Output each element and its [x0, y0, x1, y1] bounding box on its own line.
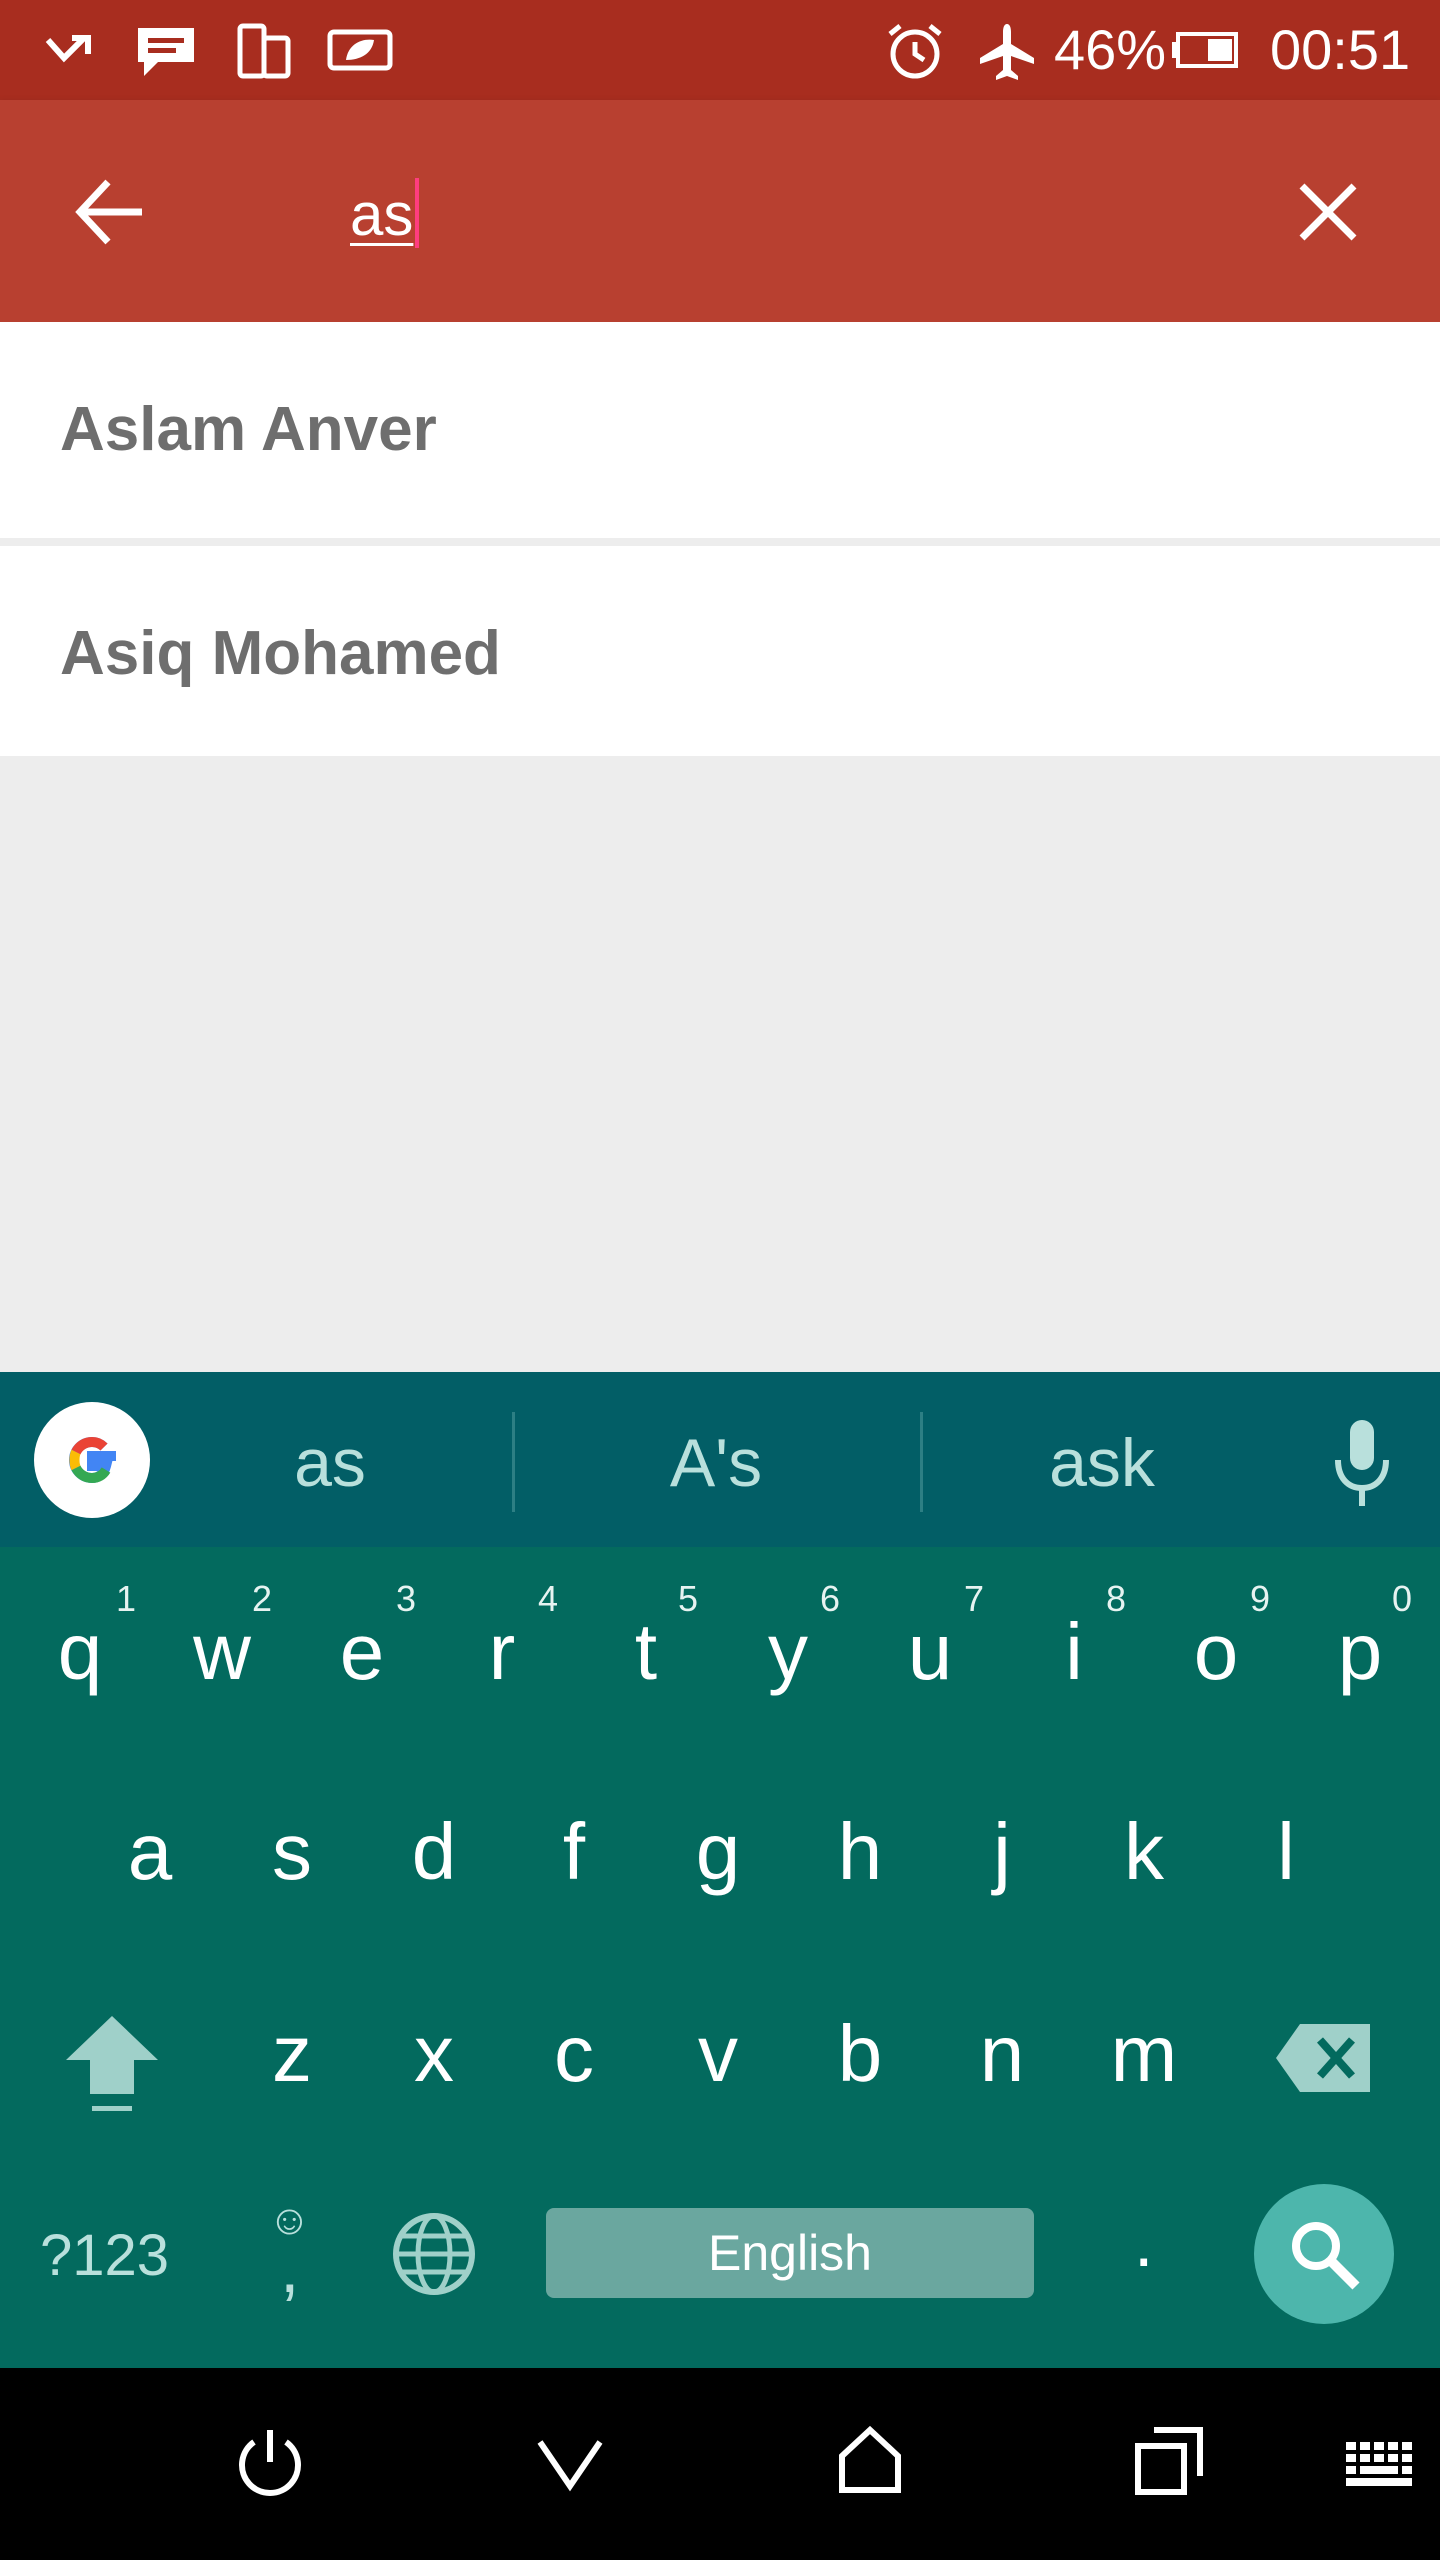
key-hint: 3 [396, 1578, 417, 1619]
key[interactable]: h [800, 1802, 920, 1902]
symbols-key[interactable]: ?123 [40, 2222, 169, 2289]
key-hint: 7 [964, 1578, 985, 1619]
missed-call-icon [45, 35, 91, 63]
search-button[interactable] [1254, 2184, 1394, 2324]
key[interactable]: m [1084, 2004, 1204, 2104]
text-caret [415, 178, 420, 249]
suggestion-divider [512, 1412, 515, 1512]
device-icon [237, 23, 291, 79]
key-hint: 4 [538, 1578, 559, 1619]
suggestion[interactable]: ask [952, 1424, 1252, 1502]
microphone-icon[interactable] [1330, 1416, 1394, 1512]
key[interactable]: f [514, 1802, 634, 1902]
period-key[interactable]: . [1134, 2202, 1153, 2282]
key[interactable]: x [374, 2004, 494, 2104]
battery-saver-icon [327, 29, 393, 71]
navigation-bar [0, 2368, 1440, 2560]
key[interactable]: z [232, 2004, 352, 2104]
key-hint: 8 [1106, 1578, 1127, 1619]
contact-name: Aslam Anver [60, 395, 437, 464]
key[interactable]: l [1226, 1802, 1346, 1902]
key[interactable]: k [1084, 1802, 1204, 1902]
message-icon [138, 28, 194, 76]
key[interactable]: a [90, 1802, 210, 1902]
key[interactable]: s [232, 1802, 352, 1902]
search-icon [1292, 2222, 1360, 2290]
home-icon[interactable] [836, 2424, 904, 2496]
battery-icon [1172, 32, 1238, 68]
search-toolbar: as [0, 100, 1440, 322]
key[interactable]: j [942, 1802, 1062, 1902]
power-icon[interactable] [234, 2426, 306, 2502]
key[interactable]: n [942, 2004, 1062, 2104]
list-item[interactable]: Asiq Mohamed [0, 546, 1440, 756]
suggestion[interactable]: A's [566, 1424, 866, 1502]
key-hint: 5 [678, 1578, 699, 1619]
key[interactable]: v [658, 2004, 778, 2104]
space-key[interactable]: English [546, 2208, 1034, 2298]
google-icon[interactable] [32, 1400, 152, 1520]
airplane-mode-icon [980, 24, 1034, 80]
suggestion[interactable]: as [180, 1424, 480, 1502]
back-arrow-icon[interactable] [72, 174, 148, 250]
contact-name: Asiq Mohamed [60, 619, 501, 688]
key[interactable]: d [374, 1802, 494, 1902]
battery-percent: 46% [1054, 18, 1167, 81]
key[interactable]: c [514, 2004, 634, 2104]
backspace-icon[interactable] [1272, 2020, 1376, 2096]
comma-key[interactable]: , [280, 2228, 299, 2308]
key-hint: 0 [1392, 1578, 1413, 1619]
key-hint: 1 [116, 1578, 137, 1619]
suggestion-bar: as A's ask [0, 1372, 1440, 1547]
key[interactable]: b [800, 2004, 920, 2104]
chevron-down-icon[interactable] [536, 2436, 604, 2492]
key-hint: 9 [1250, 1578, 1271, 1619]
key-hint: 6 [820, 1578, 841, 1619]
alarm-icon [888, 24, 942, 79]
suggestion-divider [920, 1412, 923, 1512]
clear-search-icon[interactable] [1296, 180, 1360, 244]
key-hint: 2 [252, 1578, 273, 1619]
shift-icon[interactable] [62, 2012, 162, 2116]
status-bar: 46% 00:51 [0, 0, 1440, 100]
globe-icon[interactable] [392, 2212, 476, 2296]
recent-apps-icon[interactable] [1134, 2424, 1206, 2496]
search-input[interactable]: as [350, 170, 1250, 260]
list-item[interactable]: Aslam Anver [0, 322, 1440, 538]
key[interactable]: g [658, 1802, 778, 1902]
keyboard: as A's ask q w e r t y u i o p 1 2 3 4 5… [0, 1372, 1440, 2368]
search-query: as [350, 181, 414, 248]
keyboard-icon[interactable] [1344, 2440, 1416, 2488]
clock: 00:51 [1270, 18, 1411, 81]
